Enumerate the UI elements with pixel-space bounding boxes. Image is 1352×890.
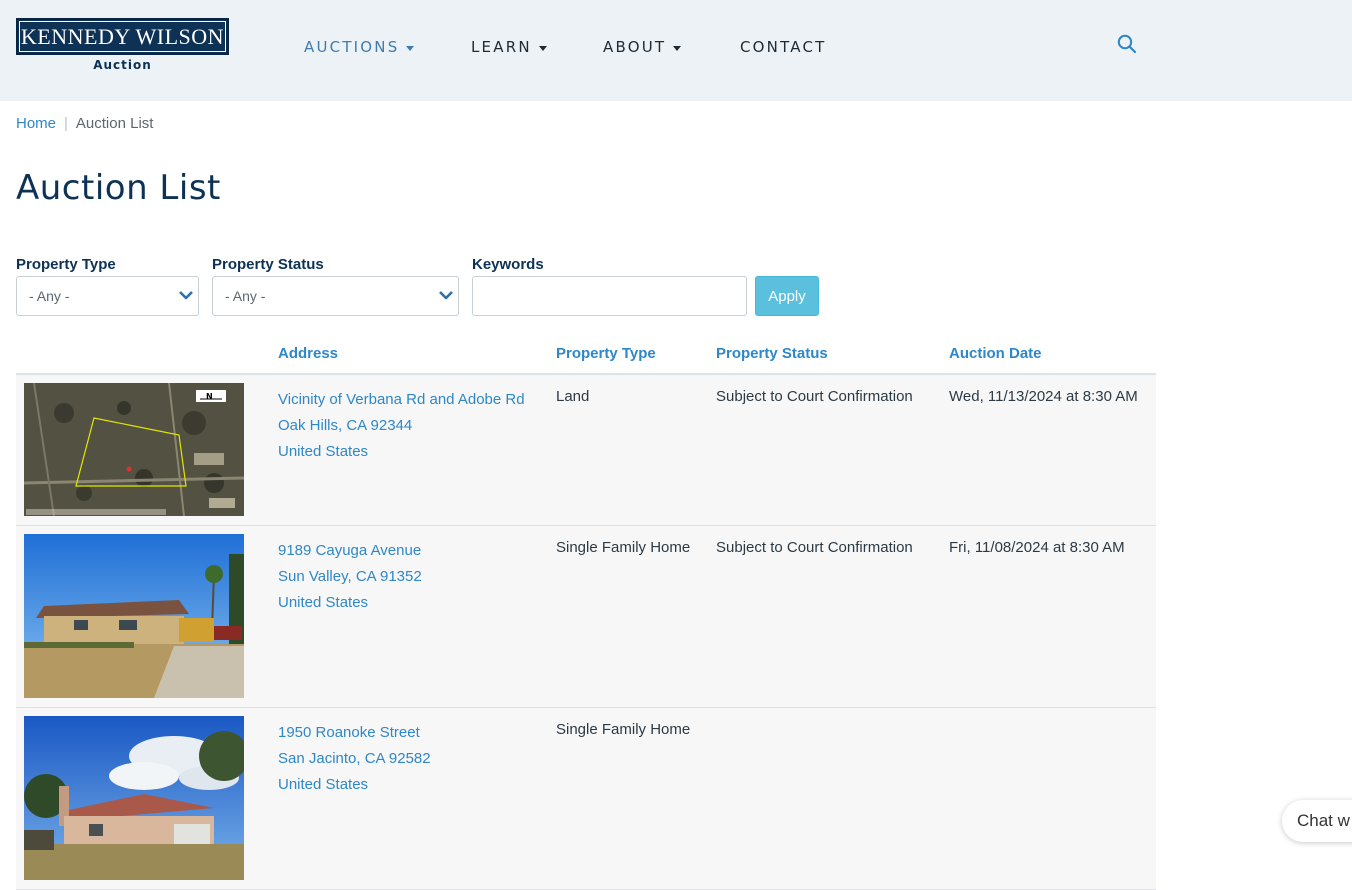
property-status-cell: Subject to Court Confirmation [716, 388, 913, 405]
nav-auctions[interactable]: AUCTIONS [304, 38, 415, 56]
header-property-status[interactable]: Property Status [716, 345, 828, 362]
header-auction-date[interactable]: Auction Date [949, 345, 1042, 362]
breadcrumb: Home | Auction List [16, 115, 153, 132]
site-header: KENNEDY WILSON Auction AUCTIONS LEARN AB… [0, 0, 1352, 101]
breadcrumb-home[interactable]: Home [16, 115, 56, 132]
address-link[interactable]: 1950 Roanoke Street San Jacinto, CA 9258… [278, 720, 431, 798]
chat-label: Chat w [1297, 811, 1350, 830]
property-status-value: - Any - [225, 288, 266, 304]
property-status-select[interactable]: - Any - [212, 276, 459, 316]
address-country: United States [278, 776, 369, 793]
property-type-cell: Land [556, 388, 590, 405]
address-link[interactable]: 9189 Cayuga Avenue Sun Valley, CA 91352 … [278, 538, 422, 616]
chevron-down-icon [179, 291, 193, 300]
nav-auctions-label: AUCTIONS [304, 38, 400, 56]
address-country: United States [278, 443, 369, 460]
address-link[interactable]: Vicinity of Verbana Rd and Adobe Rd Oak … [278, 387, 525, 465]
auction-date-cell: Wed, 11/13/2024 at 8:30 AM [949, 388, 1138, 405]
address-country: United States [278, 594, 369, 611]
chevron-down-icon [439, 291, 453, 300]
header-address[interactable]: Address [278, 345, 338, 362]
nav-learn[interactable]: LEARN [471, 38, 547, 56]
property-type-label: Property Type [16, 256, 116, 273]
property-type-select[interactable]: - Any - [16, 276, 199, 316]
table-header: Address Property Type Property Status Au… [16, 335, 1156, 375]
logo-wordmark: KENNEDY WILSON [16, 18, 229, 55]
address-line: 1950 Roanoke Street [278, 724, 420, 741]
nav-about-label: ABOUT [603, 38, 667, 56]
breadcrumb-current: Auction List [75, 115, 154, 132]
house-photo[interactable] [24, 534, 244, 698]
address-city: San Jacinto, CA 92582 [278, 750, 431, 767]
address-line: Vicinity of Verbana Rd and Adobe Rd [278, 391, 525, 408]
address-line: 9189 Cayuga Avenue [278, 542, 422, 559]
caret-down-icon [538, 45, 547, 51]
caret-down-icon [406, 45, 415, 51]
auction-table: Address Property Type Property Status Au… [16, 335, 1156, 890]
table-row: 1950 Roanoke Street San Jacinto, CA 9258… [16, 708, 1156, 890]
nav-learn-label: LEARN [471, 38, 532, 56]
property-type-value: - Any - [29, 288, 70, 304]
address-city: Sun Valley, CA 91352 [278, 568, 422, 585]
nav-about[interactable]: ABOUT [603, 38, 682, 56]
svg-text:N: N [206, 392, 213, 401]
search-icon[interactable] [1117, 34, 1137, 54]
chat-widget-button[interactable]: Chat w [1282, 800, 1352, 842]
table-row: N Vicinity of Verbana Rd and Adobe Rd Oa… [16, 375, 1156, 526]
apply-button[interactable]: Apply [755, 276, 819, 316]
property-type-cell: Single Family Home [556, 721, 691, 738]
header-property-type[interactable]: Property Type [556, 345, 656, 362]
caret-down-icon [673, 45, 682, 51]
keywords-input[interactable] [472, 276, 747, 316]
breadcrumb-separator: | [64, 115, 68, 132]
property-status-cell: Subject to Court Confirmation [716, 539, 913, 556]
house-photo[interactable] [24, 716, 244, 880]
page-title: Auction List [16, 168, 221, 208]
aerial-land-photo[interactable]: N [24, 383, 244, 516]
nav-contact-label: CONTACT [740, 38, 827, 56]
logo-subtitle: Auction [93, 58, 152, 72]
keywords-label: Keywords [472, 256, 544, 273]
table-row: 9189 Cayuga Avenue Sun Valley, CA 91352 … [16, 526, 1156, 708]
address-city: Oak Hills, CA 92344 [278, 417, 413, 434]
property-type-cell: Single Family Home [556, 539, 691, 556]
auction-date-cell: Fri, 11/08/2024 at 8:30 AM [949, 539, 1125, 556]
nav-contact[interactable]: CONTACT [740, 38, 827, 56]
property-status-label: Property Status [212, 256, 324, 273]
site-logo[interactable]: KENNEDY WILSON Auction [16, 18, 229, 74]
